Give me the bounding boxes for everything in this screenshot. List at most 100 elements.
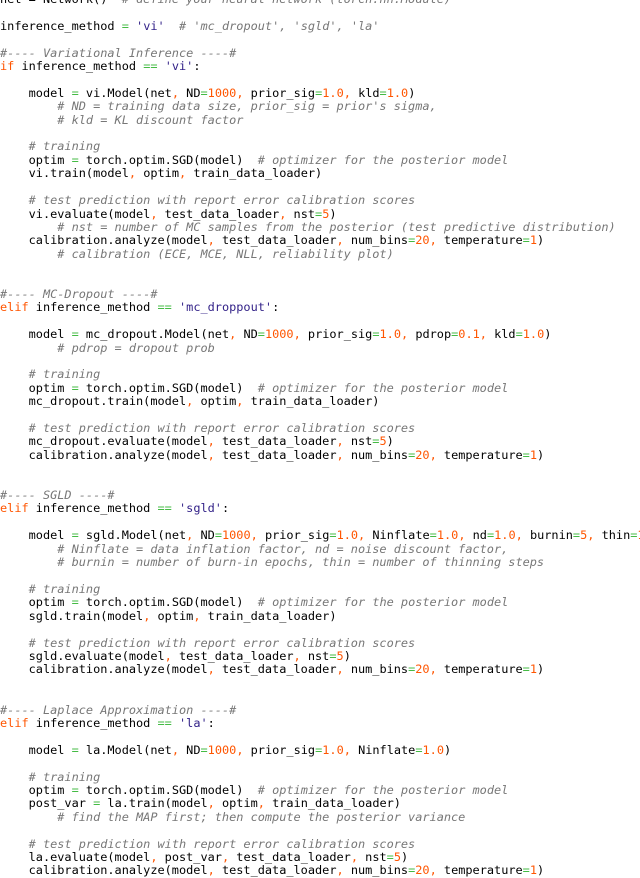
code-token: sgld.evaluate(model bbox=[0, 648, 165, 663]
code-token: kld bbox=[350, 85, 380, 100]
code-line: elif inference_method == 'mc_droppout': bbox=[0, 301, 640, 314]
code-token: torch.optim.SGD(model) bbox=[78, 782, 258, 797]
comment-token: # training bbox=[28, 139, 101, 154]
comment-token: # 'mc_dropout', 'sgld', 'la' bbox=[179, 18, 380, 33]
code-token: optim bbox=[150, 608, 194, 623]
string-token: 'vi' bbox=[164, 59, 194, 74]
operator-token: = bbox=[379, 85, 387, 100]
code-token: prior_sig bbox=[243, 742, 316, 757]
code-token: nd bbox=[465, 528, 487, 543]
code-token: ) bbox=[386, 434, 394, 449]
code-token: ) bbox=[537, 233, 545, 248]
code-token: temperature bbox=[436, 863, 523, 878]
number-token: 1.0 bbox=[336, 528, 359, 543]
number-token: 1.0 bbox=[322, 85, 344, 100]
code-token: model bbox=[0, 742, 72, 757]
number-token: 1000 bbox=[207, 742, 237, 757]
code-line: #---- SGLD ----# bbox=[0, 488, 640, 503]
code-token: nst bbox=[300, 648, 330, 663]
code-editor[interactable]: net = Network() # define your neural net… bbox=[0, 0, 640, 878]
number-token: 5 bbox=[393, 850, 401, 864]
keyword-token: elif bbox=[0, 715, 29, 730]
code-line: model = sgld.Model(net, ND=1000, prior_s… bbox=[0, 529, 640, 542]
code-token: : bbox=[207, 715, 215, 730]
operator-token: = bbox=[200, 85, 208, 100]
punctuation-token: , bbox=[207, 447, 215, 462]
comment-token: # burnin = number of burn-in epochs, thi… bbox=[57, 555, 545, 570]
comment-token: # pdrop = dropout prob bbox=[57, 340, 215, 355]
code-token: prior_sig bbox=[257, 528, 330, 543]
code-token: torch.optim.SGD(model) bbox=[78, 380, 258, 395]
code-token: test_data_loader bbox=[214, 233, 337, 248]
code-token: test_data_loader bbox=[214, 447, 337, 462]
code-token: ) bbox=[400, 850, 409, 864]
code-token: calibration.analyze(model bbox=[0, 863, 208, 878]
code-token: mc_dropout.Model(net bbox=[78, 327, 230, 342]
code-token: test_data_loader bbox=[214, 434, 337, 449]
punctuation-token: , bbox=[336, 434, 344, 449]
operator-token: = bbox=[71, 782, 79, 797]
operator-token: = bbox=[522, 863, 530, 878]
code-line: calibration.analyze(model, test_data_loa… bbox=[0, 447, 640, 462]
punctuation-token: , bbox=[429, 233, 437, 248]
code-token: torch.optim.SGD(model) bbox=[78, 152, 258, 167]
code-token: optim bbox=[0, 380, 72, 395]
code-token: prior_sig bbox=[243, 85, 316, 100]
code-token: optim bbox=[0, 595, 72, 610]
code-token: ND bbox=[179, 742, 201, 757]
operator-token: = bbox=[71, 528, 79, 543]
comment-token: # test prediction with report error cali… bbox=[28, 836, 416, 851]
punctuation-token: , bbox=[207, 796, 215, 811]
code-token: prior_sig bbox=[300, 327, 373, 342]
code-token: calibration.analyze(model bbox=[0, 447, 208, 462]
number-token: 1.0 bbox=[386, 85, 409, 100]
code-token: nst bbox=[358, 850, 387, 864]
code-token: train_data_loader) bbox=[200, 608, 337, 623]
code-line: # training bbox=[0, 770, 640, 784]
code-token: optim bbox=[0, 152, 72, 167]
punctuation-token: , bbox=[207, 863, 215, 878]
comment-token: # kld = KL discount factor bbox=[57, 112, 244, 127]
code-line: mc_dropout.evaluate(model, test_data_loa… bbox=[0, 435, 640, 448]
code-line: calibration.analyze(model, test_data_loa… bbox=[0, 234, 640, 247]
code-token: temperature bbox=[436, 233, 523, 248]
code-token: ) bbox=[537, 662, 545, 677]
code-line: # test prediction with report error cali… bbox=[0, 836, 640, 851]
punctuation-token: , bbox=[128, 166, 137, 181]
punctuation-token: , bbox=[336, 447, 344, 462]
operator-token: = bbox=[415, 742, 423, 757]
operator-token: = bbox=[429, 528, 437, 543]
punctuation-token: , bbox=[336, 662, 344, 677]
code-line: optim = torch.optim.SGD(model) # optimiz… bbox=[0, 782, 640, 797]
punctuation-token: , bbox=[336, 863, 344, 878]
code-token: sgld.Model(net bbox=[78, 528, 187, 543]
number-token: 5 bbox=[336, 648, 344, 663]
comment-token: # training bbox=[28, 581, 101, 596]
comment-token: #---- SGLD ----# bbox=[0, 488, 115, 503]
code-token: vi.Model(net bbox=[78, 85, 172, 100]
code-line: # training bbox=[0, 581, 640, 596]
operator-token: = bbox=[522, 662, 530, 677]
punctuation-token: , bbox=[293, 648, 301, 663]
string-token: 'mc_droppout' bbox=[179, 300, 273, 315]
comment-token: # ND = training data size, prior_sig = p… bbox=[57, 99, 437, 114]
code-line: vi.train(model, optim, train_data_loader… bbox=[0, 167, 640, 180]
code-token: train_data_loader) bbox=[264, 796, 401, 811]
code-line: post_var = la.train(model, optim, train_… bbox=[0, 797, 640, 810]
punctuation-token: , bbox=[171, 742, 180, 757]
code-token: la.Model(net bbox=[78, 742, 172, 757]
